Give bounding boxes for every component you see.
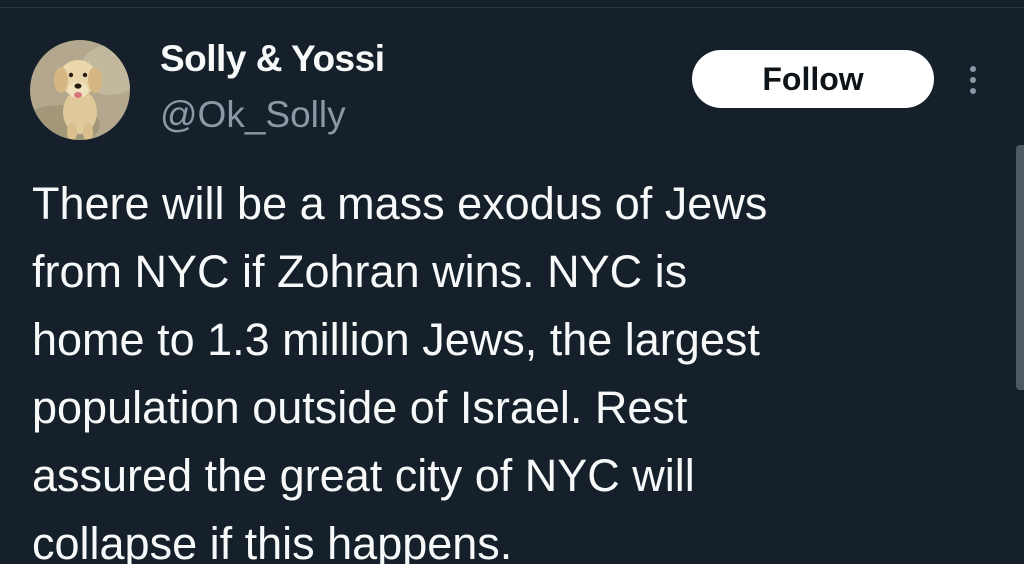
more-vertical-icon [970,88,976,94]
tweet-text-line: There will be a mass exodus of Jews [32,178,768,229]
more-vertical-icon [970,66,976,72]
tweet-text-line: from NYC if Zohran wins. NYC is [32,246,688,297]
tweet-text: There will be a mass exodus of Jews from… [32,170,932,564]
tweet-text-line: assured the great city of NYC will [32,450,695,501]
tweet-text-line: collapse if this happens. [32,518,513,564]
avatar[interactable] [30,40,130,140]
follow-button[interactable]: Follow [692,50,934,108]
more-vertical-icon [970,77,976,83]
more-options-button[interactable] [958,60,988,100]
scrollbar[interactable] [1016,145,1024,390]
golden-retriever-avatar-icon [30,40,130,140]
divider [0,7,1024,8]
tweet-text-line: home to 1.3 million Jews, the largest [32,314,760,365]
author-display-name[interactable]: Solly & Yossi [160,38,385,80]
tweet-card: Solly & Yossi @Ok_Solly Follow There wil… [0,0,1024,564]
tweet-text-line: population outside of Israel. Rest [32,382,688,433]
author-handle[interactable]: @Ok_Solly [160,94,346,136]
